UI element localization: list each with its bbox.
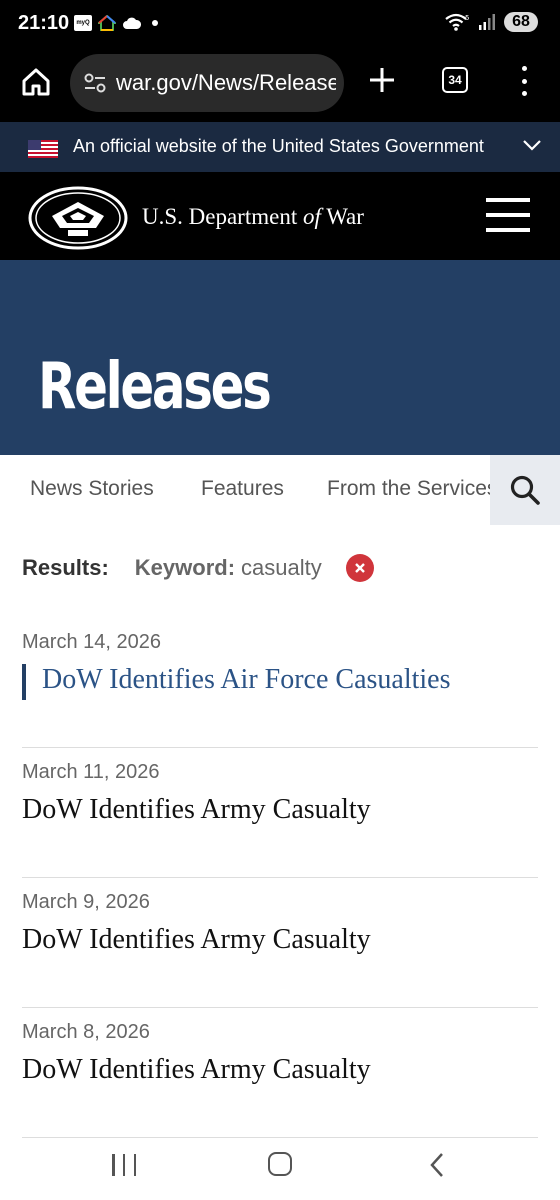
status-bar: 21:10 myQ 5 68	[0, 0, 560, 48]
google-home-icon	[98, 15, 116, 31]
search-icon	[510, 475, 540, 505]
search-button[interactable]	[490, 455, 560, 525]
tab-features[interactable]: Features	[201, 477, 284, 501]
site-settings-icon[interactable]	[84, 73, 106, 93]
notification-dot-icon	[152, 20, 158, 26]
notification-icons: myQ	[74, 15, 158, 31]
cloud-icon	[123, 17, 142, 29]
list-item: March 8, 2026 DoW Identifies Army Casual…	[22, 1008, 538, 1138]
pentagon-seal-icon[interactable]	[28, 186, 128, 250]
results-label: Results:	[22, 555, 109, 580]
back-icon[interactable]	[428, 1152, 446, 1178]
release-title-link[interactable]: DoW Identifies Army Casualty	[22, 924, 371, 956]
site-title[interactable]: U.S. Department of War	[142, 204, 364, 230]
recents-icon[interactable]	[112, 1154, 136, 1176]
release-date: March 9, 2026	[22, 891, 150, 913]
release-date: March 11, 2026	[22, 761, 160, 783]
site-header: U.S. Department of War	[0, 172, 560, 260]
site-title-post: War	[320, 204, 364, 229]
keyword-value: casualty	[241, 555, 322, 580]
active-indicator	[22, 664, 26, 700]
system-navigation-bar	[0, 1140, 560, 1200]
release-date: March 8, 2026	[22, 1021, 150, 1043]
page-hero: Releases	[0, 260, 560, 455]
hamburger-menu-icon[interactable]	[486, 198, 530, 232]
system-status-icons: 5 68	[444, 12, 538, 32]
wifi-icon: 5	[445, 13, 469, 31]
release-title-link[interactable]: DoW Identifies Army Casualty	[22, 794, 371, 826]
site-title-pre: U.S. Department	[142, 204, 303, 229]
release-title-link[interactable]: DoW Identifies Army Casualty	[22, 1054, 371, 1086]
tab-from-the-services[interactable]: From the Services	[327, 477, 497, 501]
address-bar[interactable]: war.gov/News/Releases	[70, 54, 344, 112]
list-item: March 14, 2026 DoW Identifies Air Force …	[22, 618, 538, 748]
gov-banner[interactable]: An official website of the United States…	[0, 122, 560, 172]
myq-app-icon: myQ	[74, 15, 92, 31]
close-icon	[354, 563, 365, 573]
tab-news-stories[interactable]: News Stories	[30, 477, 154, 501]
list-item: March 9, 2026 DoW Identifies Army Casual…	[22, 878, 538, 1008]
battery-indicator: 68	[504, 12, 538, 32]
gov-banner-text: An official website of the United States…	[73, 136, 484, 156]
more-vert-icon[interactable]	[518, 66, 530, 96]
chevron-down-icon[interactable]	[522, 138, 542, 152]
signal-icon	[479, 14, 495, 30]
release-date: March 14, 2026	[22, 631, 161, 653]
keyword-label: Keyword:	[134, 555, 236, 580]
status-time: 21:10	[18, 12, 70, 34]
section-tabs: News Stories Features From the Services	[0, 455, 560, 525]
list-item: March 11, 2026 DoW Identifies Army Casua…	[22, 748, 538, 878]
url-text[interactable]: war.gov/News/Releases	[116, 70, 336, 96]
site-title-of: of	[302, 204, 321, 229]
page-title: Releases	[38, 350, 272, 424]
release-title-link[interactable]: DoW Identifies Air Force Casualties	[42, 664, 451, 696]
browser-toolbar: war.gov/News/Releases 34	[0, 48, 560, 122]
plus-icon[interactable]	[368, 66, 396, 94]
results-filter: Results: Keyword: casualty	[22, 553, 374, 583]
us-flag-icon	[28, 140, 58, 158]
home-icon[interactable]	[20, 66, 52, 98]
clear-keyword-button[interactable]	[345, 554, 374, 582]
release-list: March 14, 2026 DoW Identifies Air Force …	[22, 618, 538, 1138]
wifi-badge: 5	[465, 14, 469, 22]
home-nav-icon[interactable]	[268, 1152, 292, 1176]
tab-switcher-icon[interactable]: 34	[442, 67, 468, 93]
